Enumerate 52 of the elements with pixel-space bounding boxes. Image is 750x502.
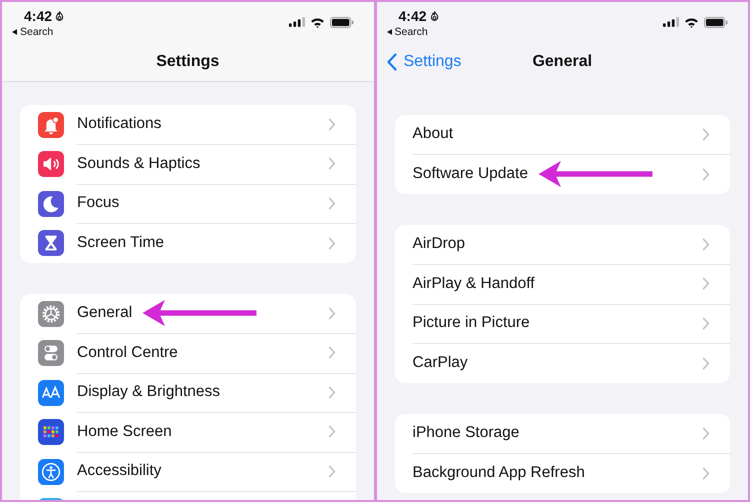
chevron-right-icon xyxy=(702,356,710,370)
settings-item[interactable]: Control Centre xyxy=(77,344,178,362)
chevron-right-icon xyxy=(328,236,336,250)
battery-icon xyxy=(330,16,354,28)
back-triangle-icon xyxy=(12,29,17,35)
chevron-right-icon xyxy=(328,386,336,399)
chevron-right-icon xyxy=(702,426,710,440)
chevron-right-icon xyxy=(328,118,336,131)
settings-item[interactable]: General xyxy=(77,304,132,322)
chevron-right-icon xyxy=(328,346,336,360)
status-time: 4:42 xyxy=(398,8,427,24)
chevron-right-icon xyxy=(702,277,710,290)
chevron-right-icon xyxy=(702,168,710,181)
chevron-right-icon xyxy=(328,425,336,438)
settings-item[interactable]: Display & Brightness xyxy=(77,383,220,402)
chevron-right-icon xyxy=(702,466,710,480)
flame-icon xyxy=(430,10,439,22)
wifi-icon xyxy=(684,16,699,28)
signal-icon xyxy=(663,17,679,27)
settings-item[interactable]: Home Screen xyxy=(77,422,172,441)
chevron-right-icon xyxy=(328,464,336,478)
settings-item[interactable]: Sounds & Haptics xyxy=(77,154,200,173)
screen-title: General xyxy=(532,53,592,71)
settings-item[interactable]: iPhone Storage xyxy=(412,424,520,442)
settings-item[interactable]: Background App Refresh xyxy=(412,464,585,482)
battery-icon xyxy=(704,16,728,28)
settings-item[interactable]: CarPlay xyxy=(412,354,468,372)
settings-item[interactable]: About xyxy=(412,125,454,144)
wifi-icon xyxy=(310,16,324,28)
chevron-left-icon xyxy=(386,53,396,71)
settings-item[interactable]: Picture in Picture xyxy=(412,314,530,332)
back-button[interactable]: Settings xyxy=(386,53,462,71)
signal-icon xyxy=(288,17,304,27)
settings-item[interactable]: Accessibility xyxy=(77,462,162,480)
chevron-right-icon xyxy=(328,306,336,320)
chevron-right-icon xyxy=(702,316,710,330)
chevron-right-icon xyxy=(328,196,336,210)
chevron-right-icon xyxy=(328,157,336,170)
back-triangle-icon xyxy=(386,29,392,35)
back-to-app-link[interactable]: Search xyxy=(12,26,54,38)
settings-item[interactable]: Software Update xyxy=(412,165,528,184)
settings-item[interactable]: Focus xyxy=(77,194,120,212)
screen-title: Settings xyxy=(156,53,220,71)
back-to-app-link[interactable]: Search xyxy=(386,26,428,38)
settings-item[interactable]: AirDrop xyxy=(412,235,466,254)
status-time: 4:42 xyxy=(24,8,52,24)
chevron-right-icon xyxy=(702,238,710,251)
chevron-right-icon xyxy=(702,128,710,141)
settings-item[interactable]: Screen Time xyxy=(77,234,164,252)
flame-icon xyxy=(55,10,64,22)
settings-item[interactable]: Notifications xyxy=(77,115,162,134)
settings-item[interactable]: AirPlay & Handoff xyxy=(412,274,535,293)
